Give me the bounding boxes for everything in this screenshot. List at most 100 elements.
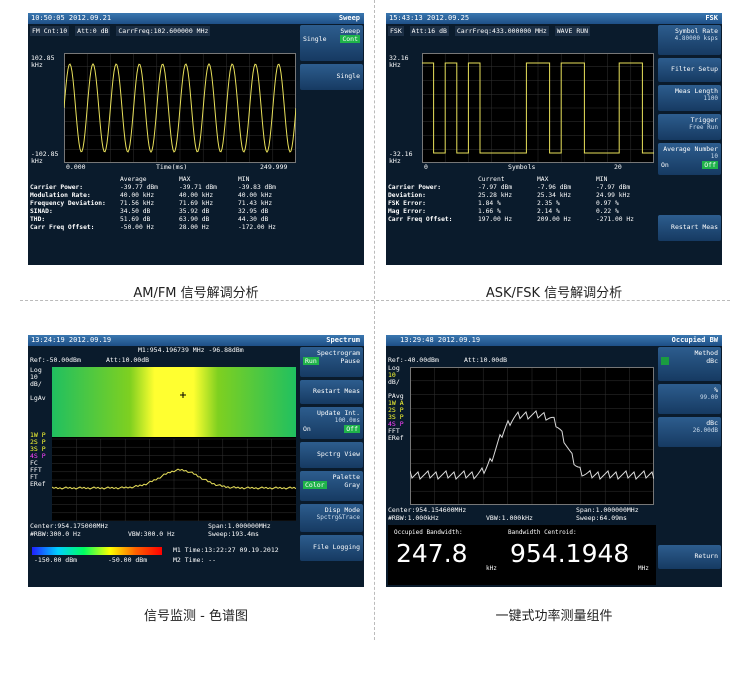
centroid-label: Bandwidth Centroid: (508, 529, 577, 536)
cell-value: -7.97 dBm (596, 184, 631, 191)
occupied-bw-label: Occupied Bandwidth: (394, 529, 463, 536)
spectrogram-run-option: Run (303, 357, 319, 365)
side-label: LgAv (30, 394, 46, 402)
info-wave-run: WAVE RUN (554, 26, 591, 36)
trace-labels: Log 10 dB/ PAvg 1W A 2S P 3S P 4S P FFT ERef (388, 365, 404, 442)
restart-meas-button[interactable]: Restart Meas (658, 215, 721, 241)
spectrogram-plot (52, 367, 296, 521)
method-button[interactable]: Method dBc (658, 347, 721, 381)
table-row: Deviation: 25.28 kHz 25.34 kHz 24.99 kHz (388, 192, 656, 200)
trigger-label: Trigger (690, 116, 718, 124)
x-axis-title: Time(ms) (156, 163, 188, 171)
cell-value: 209.00 Hz (537, 216, 572, 223)
percent-label: % (714, 386, 718, 394)
column-header: MAX (537, 176, 549, 183)
restart-meas-label: Restart Meas (313, 387, 360, 395)
scale-low: -150.00 dBm (34, 556, 78, 564)
status-bar: 13:24:19 2012.09.19 Spectrum (28, 335, 364, 346)
column-header: Average (120, 176, 147, 183)
row-label: Carr Freq Offset: (30, 224, 95, 231)
dbc-button[interactable]: dBc 26.00dB (658, 417, 721, 447)
x-right-label: 20 (614, 163, 622, 171)
cell-value: -7.96 dBm (537, 184, 572, 191)
column-header: MAX (179, 176, 191, 183)
table-header: Average MAX MIN (30, 176, 298, 184)
file-logging-button[interactable]: File Logging (300, 535, 363, 561)
palette-button[interactable]: Palette Color Gray (300, 471, 363, 501)
timestamp: 15:43:13 2012.09.25 (389, 14, 470, 22)
meas-length-button[interactable]: Meas Length 1100 (658, 85, 721, 111)
restart-meas-label: Restart Meas (671, 223, 718, 231)
spctrg-view-button[interactable]: Spctrg View (300, 442, 363, 468)
y-bottom-label: -32.16 kHz (389, 150, 413, 165)
mode-title: Spectrum (326, 336, 360, 344)
filter-setup-button[interactable]: Filter Setup (658, 58, 721, 82)
spectrum-chart (410, 367, 654, 505)
spectrogram-screen: 13:24:19 2012.09.19 Spectrum M1:954.1967… (28, 335, 364, 587)
percent-button[interactable]: % 99.00 (658, 384, 721, 414)
caption-spectrogram: 信号监测 - 色谱图 (144, 609, 248, 624)
spectrogram-chart (52, 367, 296, 521)
average-number-button[interactable]: Average Number 10 On Off (658, 143, 721, 175)
am-fm-results-table: Average MAX MIN Carrier Power: -39.77 dBm -39… (30, 176, 298, 232)
info-att: Att:0 dB (75, 26, 111, 36)
meas-length-value: 1100 (703, 95, 718, 102)
occupied-bw-screen: 13:29:48 2012.09.19 Occupied BW Ref:-40.… (386, 335, 722, 587)
cell-value: 71.43 kHz (238, 200, 273, 207)
method-label: Method (694, 349, 718, 357)
trigger-button[interactable]: Trigger Free Run (658, 114, 721, 140)
centroid-value: 954.1948 (510, 539, 630, 568)
cell-value: -39.77 dBm (120, 184, 158, 191)
column-header: Current (478, 176, 505, 183)
table-row: Carrier Power: -7.97 dBm -7.96 dBm -7.97 dB… (388, 184, 656, 192)
am-fm-screen: 10:50:05 2012.09.21 Sweep FM Cnt:10 Att:… (28, 13, 364, 265)
cell-value: 25.34 kHz (537, 192, 572, 199)
mode-title: FSK (705, 14, 718, 22)
disp-mode-button[interactable]: Disp Mode Spctrg&Trace (300, 504, 363, 532)
vertical-divider (374, 0, 375, 640)
meas-length-label: Meas Length (674, 87, 718, 95)
restart-meas-button[interactable]: Restart Meas (300, 380, 363, 404)
info-mode: FSK (388, 26, 404, 36)
span: Span:1.000000MHz (208, 522, 271, 530)
spectrogram-button[interactable]: Spectrogram Run Pause (300, 347, 363, 377)
update-int-button[interactable]: Update Int. 100.0ms On Off (300, 407, 363, 439)
return-button[interactable]: Return (658, 545, 721, 569)
scale-high: -50.00 dBm (108, 556, 148, 564)
return-label: Return (694, 552, 718, 560)
measure-info: FM Cnt:10 Att:0 dB CarrFreq:102.600000 M… (30, 26, 296, 36)
palette-gray-option: Gray (344, 481, 360, 489)
cell-value: 63.90 dB (179, 216, 210, 223)
cell-value: 25.28 kHz (478, 192, 513, 199)
row-label: Carrier Power: (30, 184, 84, 191)
symbol-plot (422, 53, 654, 163)
sweep-button[interactable]: Sweep Single Cont (300, 25, 363, 61)
fsk-waveform-chart (422, 53, 654, 163)
average-number-value: 10 (710, 153, 718, 160)
column-header (30, 176, 120, 184)
palette-color-option: Color (303, 481, 327, 489)
column-header: MIN (238, 176, 250, 183)
row-label: SINAD: (30, 208, 53, 215)
symbol-rate-label: Symbol Rate (674, 27, 718, 35)
status-bar: 10:50:05 2012.09.21 Sweep (28, 13, 364, 24)
y-bottom-label: -102.85 kHz (31, 150, 59, 165)
table-row: SINAD: 34.50 dB 35.92 dB 32.95 dB (30, 208, 298, 216)
center-frequency: Center:954.154600MHz (388, 506, 467, 514)
side-label: ERef (388, 434, 404, 442)
cell-value: 40.00 kHz (238, 192, 273, 199)
single-button[interactable]: Single (300, 64, 363, 90)
cell-value: 1.66 % (478, 208, 501, 215)
caption-am-fm: AM/FM 信号解调分析 (133, 286, 259, 301)
scale-labels: Log 10 dB/ LgAv (30, 367, 46, 402)
trace-labels: 1W P 2S P 3S P 4S P FC FFT FT ERef (30, 432, 46, 488)
row-label: Frequency Deviation: (30, 200, 106, 207)
symbol-rate-button[interactable]: Symbol Rate 4.80000 ksps (658, 25, 721, 55)
disp-mode-label: Disp Mode (324, 506, 360, 514)
palette-label: Palette (332, 473, 360, 481)
sweep-label: Sweep (340, 27, 360, 35)
dbc-value: 26.00dB (692, 427, 718, 434)
percent-value: 99.00 (699, 394, 718, 401)
average-on-option: On (661, 161, 669, 169)
table-row: Modulation Rate: 40.00 kHz 40.00 kHz 40.00 … (30, 192, 298, 200)
